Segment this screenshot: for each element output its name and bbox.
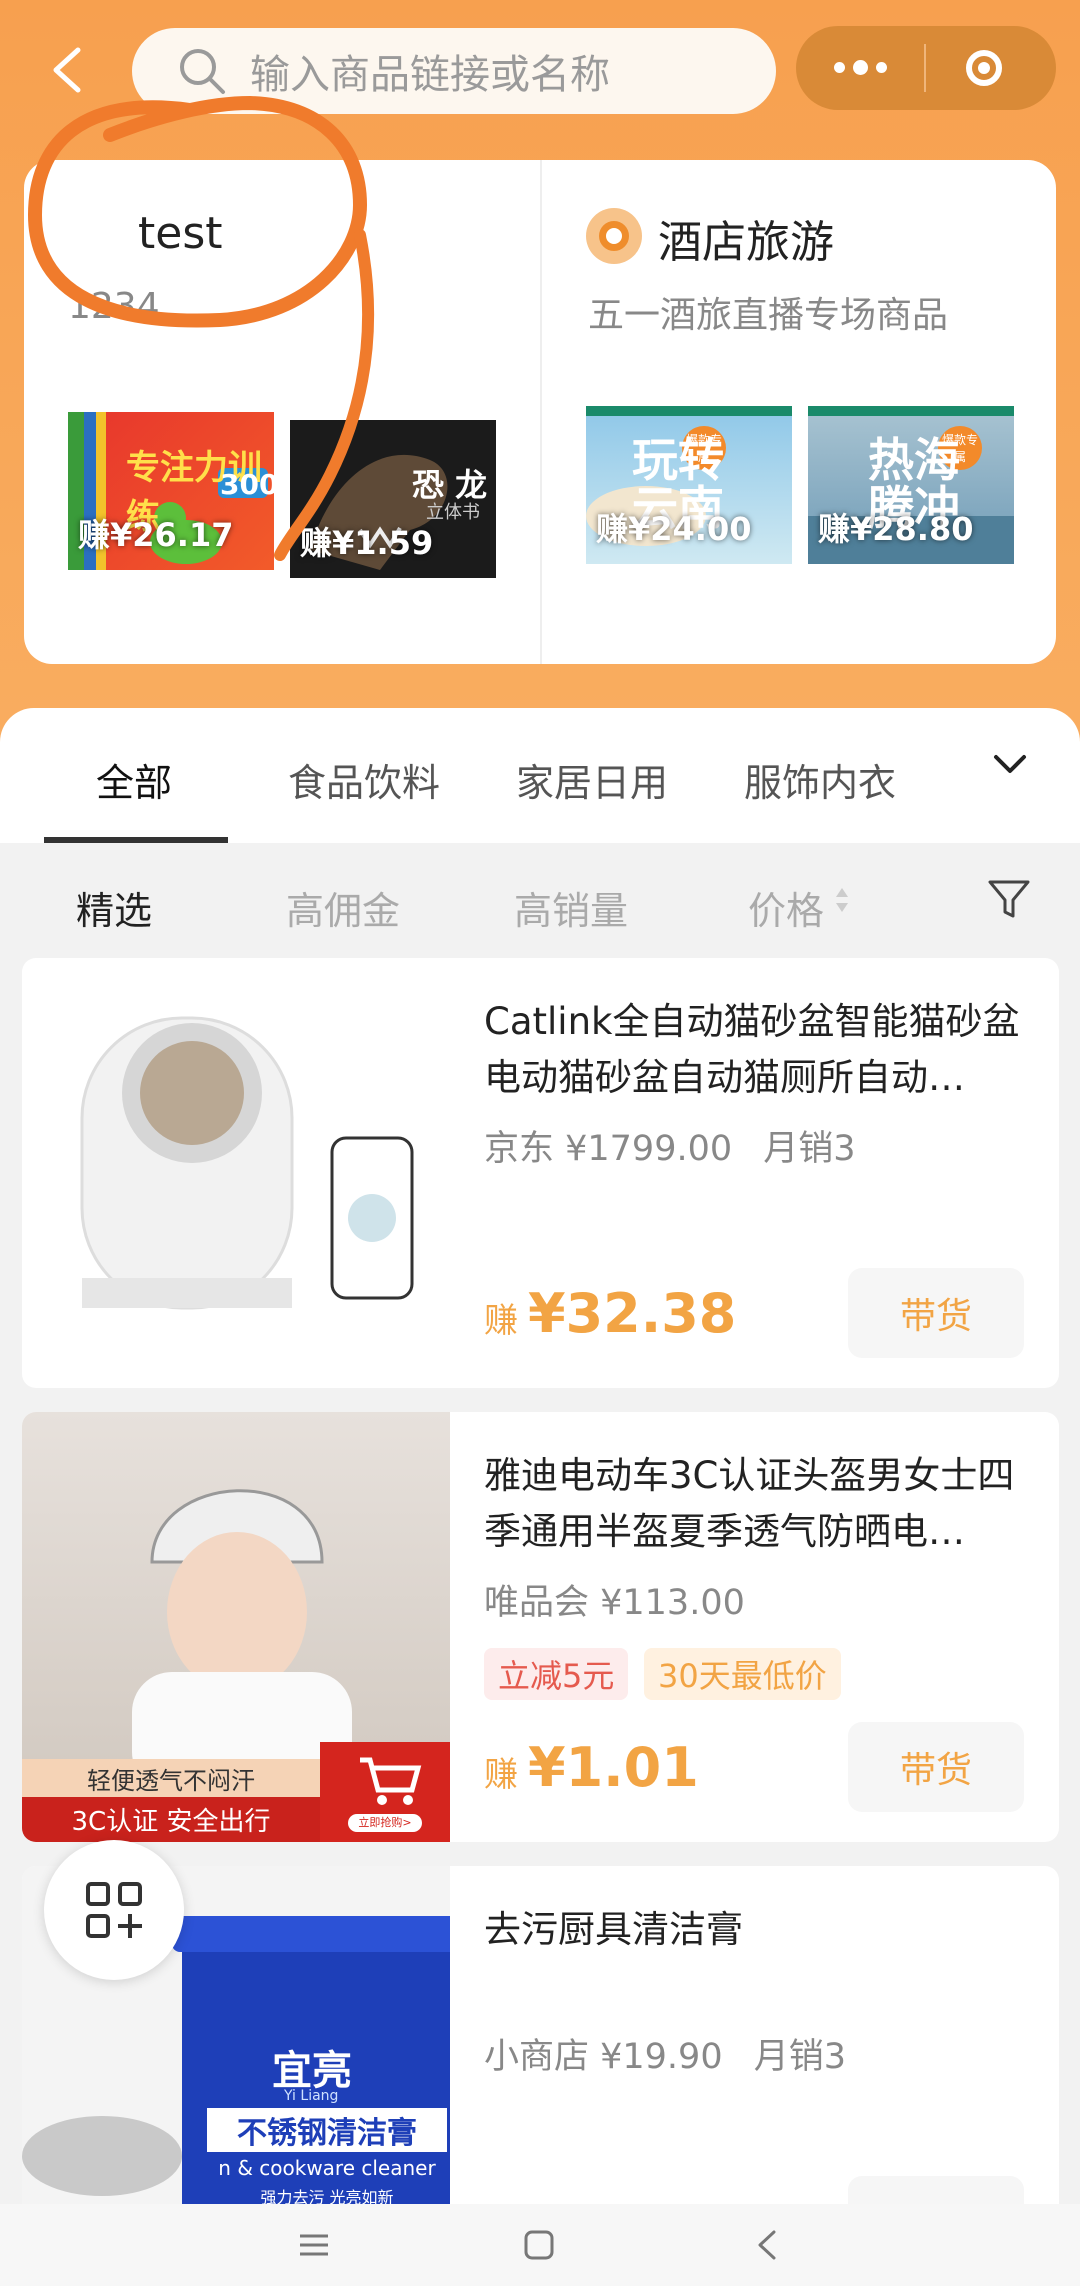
hotel-travel-icon [586,208,642,264]
product-price: 小商店 ¥19.90 月销3 [484,2028,846,2079]
right-card-subtitle: 五一酒旅直播专场商品 [588,295,949,336]
product-label-text: 不锈钢清洁膏 [207,2108,447,2152]
filter-high-sales[interactable]: 高销量 [514,880,628,935]
sort-arrows-icon [836,888,848,912]
right-card-title[interactable]: 酒店旅游 [658,206,834,270]
buy-now-label: 立即抢购> [348,1814,422,1832]
more-dots-icon [833,61,845,73]
product-card[interactable]: Catlink全自动猫砂盆智能猫砂盆电动猫砂盆自动猫厕所自动… 京东 ¥1799… [22,958,1059,1388]
promote-button[interactable]: 带货 [848,1722,1024,1812]
platform-price: 京东 ¥1799.00 [484,1129,733,1169]
product-name[interactable]: Catlink全自动猫砂盆智能猫砂盆电动猫砂盆自动猫厕所自动… [484,994,1024,1106]
dinosaur-subtitle-text: 立体书 [426,502,480,523]
product-name[interactable]: 雅迪电动车3C认证头盔男女士四季通用半盔夏季透气防晒电… [484,1448,1024,1560]
miniprogram-capsule [796,26,1056,110]
shopping-cart-icon [360,1757,422,1805]
product-price: 京东 ¥1799.00 月销3 [484,1120,856,1171]
earn-label: 赚 [484,1301,518,1341]
home-square-icon[interactable] [522,2228,556,2262]
filter-high-commission[interactable]: 高佣金 [286,880,400,935]
filter-price[interactable]: 价格 [748,880,824,935]
product-name[interactable]: 去污厨具清洁膏 [484,1902,1024,1958]
product-card[interactable]: 轻便透气不闷汗 3C认证 安全出行 立即抢购> 雅迪电动车3C认证头盔男女士四季… [22,1412,1059,1842]
chevron-down-icon[interactable] [990,745,1030,785]
filter-funnel-icon[interactable] [986,876,1032,922]
tab-apparel[interactable]: 服饰内衣 [744,752,896,807]
system-nav-bar [0,2204,1080,2286]
floating-add-button[interactable] [44,1840,184,1980]
commission: 赚 ¥1.01 [484,1736,699,1799]
record-icon [978,62,990,74]
tab-all[interactable]: 全部 [96,752,172,807]
earn-badge: 赚¥28.80 [818,510,974,548]
back-triangle-icon[interactable] [752,2228,782,2262]
lowest-price-tag: 30天最低价 [644,1648,841,1700]
close-miniprogram-button[interactable] [966,50,1002,86]
tab-food-drinks[interactable]: 食品饮料 [288,752,440,807]
earn-badge: 赚¥24.00 [596,510,752,548]
grid-add-icon [86,1882,142,1938]
commission: 赚 ¥32.38 [484,1282,736,1345]
monthly-sales: 月销3 [763,1129,856,1169]
capsule-divider [924,44,926,92]
image-banner: 轻便透气不闷汗 [22,1759,320,1797]
earn-value: ¥32.38 [528,1282,737,1345]
image-banner: 3C认证 安全出行 [22,1797,320,1842]
platform-price: 唯品会 ¥113.00 [484,1583,745,1623]
brand-logo-en-text: Yi Liang [284,2088,339,2104]
earn-label: 赚 [484,1755,518,1795]
product-label-en-text: n & cookware cleaner [218,2156,436,2180]
right-item-1[interactable]: 爆款专属 玩转云南 赚¥24.00 [586,406,792,564]
promote-button[interactable]: 带货 [848,1268,1024,1358]
discount-tag: 立减5元 [484,1648,629,1700]
cat-litter-box-image [80,1016,414,1310]
right-item-2[interactable]: 爆款专属 热海腾冲 赚¥28.80 [808,406,1014,564]
tab-home-daily[interactable]: 家居日用 [516,752,668,807]
more-button[interactable] [796,59,924,75]
platform-price: 小商店 ¥19.90 [484,2037,723,2077]
cart-graphic: 立即抢购> [320,1742,450,1842]
menu-icon[interactable] [296,2230,332,2260]
helmet-product-image: 轻便透气不闷汗 3C认证 安全出行 立即抢购> [22,1412,450,1842]
promo-card-divider [540,160,542,664]
monthly-sales: 月销3 [753,2037,847,2077]
annotation-circle [27,95,374,561]
filter-featured[interactable]: 精选 [76,880,152,935]
earn-value: ¥1.01 [528,1736,699,1799]
